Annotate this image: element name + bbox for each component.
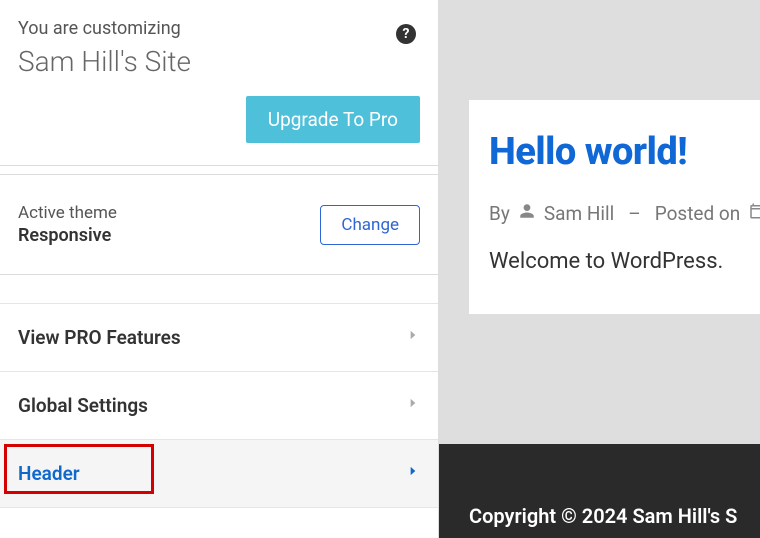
meta-by: By	[489, 202, 510, 225]
post-card: Hello world! By Sam Hill – Posted on Wel…	[469, 100, 760, 314]
chevron-right-icon	[406, 324, 420, 351]
upgrade-to-pro-button[interactable]: Upgrade To Pro	[246, 96, 420, 143]
menu-item-label: Global Settings	[18, 394, 148, 417]
menu-item-label: View PRO Features	[18, 326, 181, 349]
meta-posted-on: Posted on	[655, 202, 741, 225]
active-theme-row: Active theme Responsive Change	[0, 174, 438, 275]
menu-item-header[interactable]: Header	[0, 440, 438, 508]
post-excerpt: Welcome to WordPress.	[489, 249, 760, 274]
menu-item-global-settings[interactable]: Global Settings	[0, 372, 438, 440]
post-meta: By Sam Hill – Posted on	[489, 202, 760, 225]
preview-footer: Copyright © 2024 Sam Hill's S	[439, 444, 760, 538]
menu-item-label: Header	[18, 462, 80, 485]
meta-separator: –	[628, 202, 640, 225]
customizer-sidebar: You are customizing Sam Hill's Site ? Up…	[0, 0, 439, 538]
site-preview: Hello world! By Sam Hill – Posted on Wel…	[439, 0, 760, 538]
meta-author[interactable]: Sam Hill	[544, 202, 614, 225]
divider	[0, 165, 438, 166]
active-theme-name: Responsive	[18, 225, 117, 246]
chevron-right-icon	[406, 392, 420, 419]
user-icon	[518, 202, 536, 225]
chevron-right-icon	[406, 460, 420, 487]
upgrade-row: Upgrade To Pro	[0, 88, 438, 165]
calendar-icon	[748, 202, 760, 225]
post-title[interactable]: Hello world!	[489, 130, 760, 174]
site-title: Sam Hill's Site	[18, 45, 420, 78]
change-theme-button[interactable]: Change	[320, 205, 420, 245]
customizing-label: You are customizing	[18, 18, 420, 39]
menu-item-view-pro-features[interactable]: View PRO Features	[0, 303, 438, 372]
help-icon[interactable]: ?	[396, 24, 416, 44]
active-theme-label: Active theme	[18, 203, 117, 223]
sidebar-header: You are customizing Sam Hill's Site ?	[0, 0, 438, 88]
